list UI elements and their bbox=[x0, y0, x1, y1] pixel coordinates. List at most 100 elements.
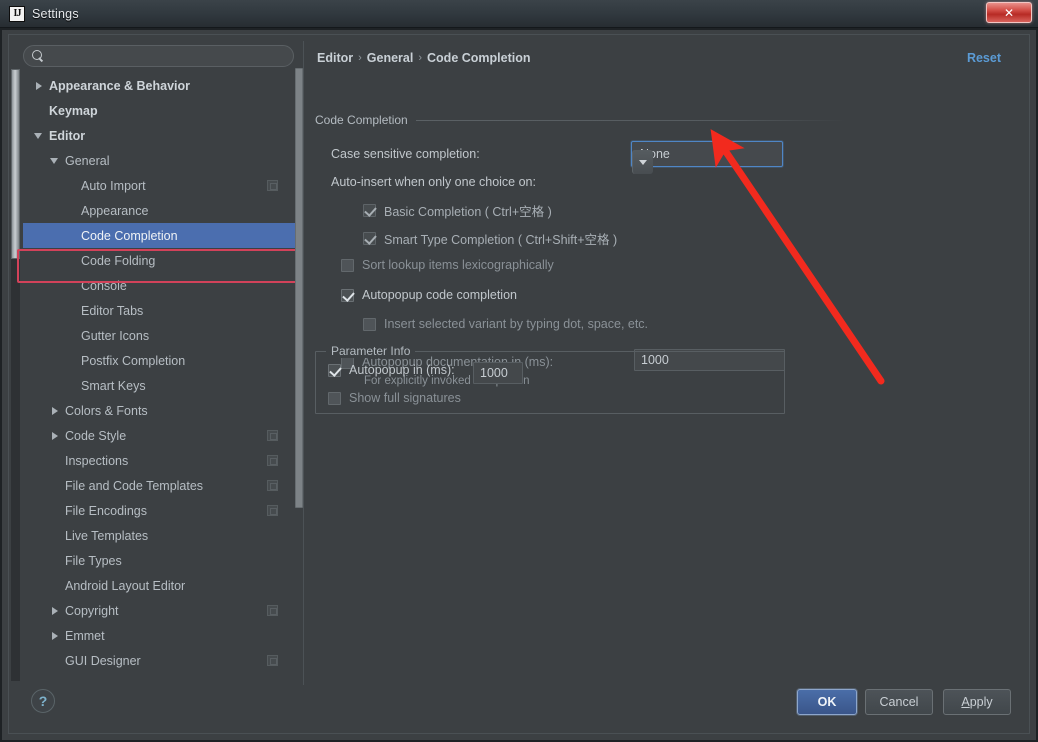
checkbox-smart-type-completion[interactable]: Smart Type Completion ( Ctrl+Shift+空格 ) bbox=[363, 229, 617, 248]
sidebar-item-code-style[interactable]: Code Style bbox=[23, 423, 296, 448]
chevron-right-icon[interactable] bbox=[49, 405, 61, 417]
tree-scrollbar-thumb[interactable] bbox=[295, 68, 303, 508]
sidebar-item-label: Code Folding bbox=[81, 253, 156, 268]
case-sensitive-dropdown[interactable]: None bbox=[631, 141, 783, 174]
title-bar: IJ Settings ✕ bbox=[0, 0, 1038, 28]
case-sensitive-value: None bbox=[640, 147, 670, 161]
sidebar-item-emmet[interactable]: Emmet bbox=[23, 623, 296, 648]
sidebar-item-gutter-icons[interactable]: Gutter Icons bbox=[23, 323, 296, 348]
sidebar-item-label: File Types bbox=[65, 553, 122, 568]
module-settings-icon bbox=[267, 605, 278, 616]
sidebar-item-file-types[interactable]: File Types bbox=[23, 548, 296, 573]
sidebar-item-file-and-code-templates[interactable]: File and Code Templates bbox=[23, 473, 296, 498]
sidebar-item-label: Colors & Fonts bbox=[65, 403, 148, 418]
sidebar-item-smart-keys[interactable]: Smart Keys bbox=[23, 373, 296, 398]
sidebar-item-android-layout-editor[interactable]: Android Layout Editor bbox=[23, 573, 296, 598]
breadcrumb-part-2[interactable]: Code Completion bbox=[427, 51, 530, 65]
sidebar-item-label: Emmet bbox=[65, 628, 105, 643]
sidebar-item-keymap[interactable]: Keymap bbox=[23, 98, 296, 123]
search-input[interactable] bbox=[49, 48, 293, 64]
checkbox-parameter-autopopup-box[interactable] bbox=[328, 363, 341, 377]
sidebar-item-label: Appearance bbox=[81, 203, 149, 218]
sidebar-item-postfix-completion[interactable]: Postfix Completion bbox=[23, 348, 296, 373]
checkbox-insert-selected-variant-label: Insert selected variant by typing dot, s… bbox=[384, 317, 649, 331]
sidebar-item-auto-import[interactable]: Auto Import bbox=[23, 173, 296, 198]
sidebar-item-label: General bbox=[65, 153, 110, 168]
checkbox-autopopup-code-completion-box[interactable] bbox=[341, 288, 354, 302]
close-icon[interactable]: ✕ bbox=[986, 2, 1032, 23]
module-settings-icon bbox=[267, 655, 278, 666]
sidebar-item-file-encodings[interactable]: File Encodings bbox=[23, 498, 296, 523]
chevron-right-icon[interactable] bbox=[49, 605, 61, 617]
sidebar-item-code-completion[interactable]: Code Completion bbox=[23, 223, 296, 248]
chevron-down-icon[interactable] bbox=[632, 150, 653, 174]
intellij-idea-logo-icon: IJ bbox=[9, 5, 25, 22]
settings-window: IJ Settings ✕ Appearance & Behavior Keyma… bbox=[0, 0, 1038, 742]
checkbox-sort-lookup-box[interactable] bbox=[341, 258, 354, 272]
help-icon[interactable]: ? bbox=[31, 689, 55, 713]
breadcrumb-part-1[interactable]: General bbox=[367, 51, 414, 65]
chevron-right-icon[interactable] bbox=[49, 430, 61, 442]
sidebar-item-live-templates[interactable]: Live Templates bbox=[23, 523, 296, 548]
checkbox-insert-selected-variant-box[interactable] bbox=[363, 317, 376, 331]
sidebar-item-copyright[interactable]: Copyright bbox=[23, 598, 296, 623]
sidebar-item-general[interactable]: General bbox=[23, 148, 296, 173]
sidebar-item-colors-fonts[interactable]: Colors & Fonts bbox=[23, 398, 296, 423]
sidebar-item-code-folding[interactable]: Code Folding bbox=[23, 248, 296, 273]
ok-button[interactable]: OK bbox=[797, 689, 857, 715]
breadcrumb-separator-icon: › bbox=[418, 52, 423, 64]
parameter-info-group: Parameter Info Autopopup in (ms): Show f… bbox=[315, 344, 785, 414]
checkbox-parameter-autopopup[interactable]: Autopopup in (ms): bbox=[328, 363, 455, 377]
checkbox-smart-type-completion-box[interactable] bbox=[363, 232, 376, 245]
checkbox-sort-lookup[interactable]: Sort lookup items lexicographically bbox=[341, 258, 554, 272]
checkbox-basic-completion-box[interactable] bbox=[363, 204, 376, 217]
window-title: Settings bbox=[32, 6, 79, 21]
checkbox-basic-completion-label: Basic Completion ( Ctrl+空格 ) bbox=[384, 205, 552, 219]
sidebar-item-label: File and Code Templates bbox=[65, 478, 204, 493]
chevron-right-icon[interactable] bbox=[49, 630, 61, 642]
checkbox-sort-lookup-label: Sort lookup items lexicographically bbox=[362, 258, 554, 272]
sidebar-item-gui-designer[interactable]: GUI Designer bbox=[23, 648, 296, 673]
chevron-right-icon[interactable] bbox=[33, 80, 45, 92]
checkbox-show-full-signatures[interactable]: Show full signatures bbox=[328, 391, 461, 405]
settings-tree[interactable]: Appearance & Behavior Keymap Editor General… bbox=[23, 73, 296, 685]
checkbox-parameter-autopopup-label: Autopopup in (ms): bbox=[349, 363, 455, 377]
checkbox-insert-selected-variant[interactable]: Insert selected variant by typing dot, s… bbox=[363, 317, 648, 331]
tree-scrollbar[interactable] bbox=[295, 68, 303, 685]
sidebar-item-label: Live Templates bbox=[65, 528, 149, 543]
sidebar-item-appearance[interactable]: Appearance bbox=[23, 198, 296, 223]
checkbox-autopopup-code-completion[interactable]: Autopopup code completion bbox=[341, 288, 517, 302]
checkbox-autopopup-code-completion-label: Autopopup code completion bbox=[362, 288, 517, 302]
panel-divider[interactable] bbox=[303, 41, 304, 685]
module-settings-icon bbox=[267, 455, 278, 466]
chevron-down-icon[interactable] bbox=[49, 155, 61, 167]
search-box[interactable] bbox=[23, 45, 294, 67]
search-icon bbox=[32, 50, 44, 62]
settings-content: Editor › General › Code Completion Reset… bbox=[309, 41, 1023, 685]
checkbox-show-full-signatures-box[interactable] bbox=[328, 391, 341, 405]
breadcrumb-part-0[interactable]: Editor bbox=[317, 51, 353, 65]
apply-button[interactable]: Apply bbox=[943, 689, 1011, 715]
chevron-down-icon[interactable] bbox=[33, 130, 45, 142]
sidebar-item-editor[interactable]: Editor bbox=[23, 123, 296, 148]
cancel-button[interactable]: Cancel bbox=[865, 689, 933, 715]
module-settings-icon bbox=[267, 430, 278, 441]
sidebar-item-label: Console bbox=[81, 278, 127, 293]
sidebar-item-console[interactable]: Console bbox=[23, 273, 296, 298]
sidebar-item-label: Postfix Completion bbox=[81, 353, 186, 368]
checkbox-basic-completion[interactable]: Basic Completion ( Ctrl+空格 ) bbox=[363, 201, 552, 220]
sidebar-item-inspections[interactable]: Inspections bbox=[23, 448, 296, 473]
sidebar-item-label: Smart Keys bbox=[81, 378, 146, 393]
sidebar-item-appearance-behavior[interactable]: Appearance & Behavior bbox=[23, 73, 296, 98]
parameter-autopopup-input[interactable] bbox=[473, 362, 523, 384]
sidebar-item-editor-tabs[interactable]: Editor Tabs bbox=[23, 298, 296, 323]
sidebar-item-label: Code Style bbox=[65, 428, 127, 443]
sidebar-item-label: Code Completion bbox=[81, 228, 178, 243]
reset-link[interactable]: Reset bbox=[967, 51, 1001, 65]
